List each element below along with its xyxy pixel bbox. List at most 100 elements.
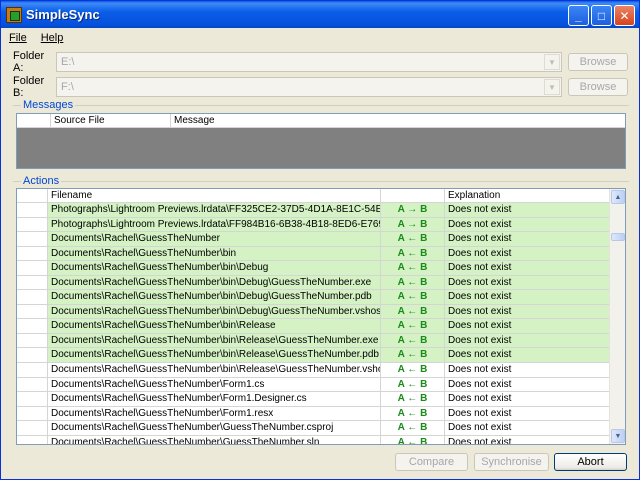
- direction-cell: A ← B: [381, 363, 445, 377]
- direction-cell: A ← B: [381, 435, 445, 444]
- minimize-icon[interactable]: _: [568, 5, 589, 26]
- explanation-cell: Does not exist: [445, 275, 611, 290]
- title-bar[interactable]: SimpleSync _ □ ✕: [1, 1, 639, 28]
- row-selector: [17, 261, 48, 275]
- table-row[interactable]: Photographs\Lightroom Previews.lrdata\FF…: [17, 217, 611, 233]
- menu-help[interactable]: Help: [41, 32, 64, 44]
- table-row[interactable]: Documents\Rachel\GuessTheNumber\bin\Rele…: [17, 348, 611, 364]
- actions-rows: Photographs\Lightroom Previews.lrdata\FF…: [17, 203, 611, 444]
- table-row[interactable]: Documents\Rachel\GuessTheNumber\Form1.cs…: [17, 377, 611, 393]
- direction-cell: A ← B: [381, 304, 445, 319]
- explanation-cell: Does not exist: [445, 333, 611, 348]
- browse-b-button[interactable]: Browse: [568, 78, 628, 96]
- table-row[interactable]: Photographs\Lightroom Previews.lrdata\FF…: [17, 203, 611, 218]
- synchronise-button[interactable]: Synchronise: [474, 453, 549, 471]
- direction-cell: A ← B: [381, 290, 445, 304]
- abort-button[interactable]: Abort: [554, 453, 627, 471]
- row-selector: [17, 392, 48, 406]
- messages-grid[interactable]: Source File Message: [16, 113, 626, 169]
- scroll-up-icon[interactable]: ▲: [611, 190, 625, 204]
- messages-header: Source File Message: [17, 114, 625, 128]
- row-selector: [17, 203, 48, 217]
- table-row[interactable]: Documents\Rachel\GuessTheNumber\Form1.De…: [17, 392, 611, 407]
- table-row[interactable]: Documents\Rachel\GuessTheNumber\GuessThe…: [17, 421, 611, 436]
- browse-a-button[interactable]: Browse: [568, 53, 628, 71]
- table-row[interactable]: Documents\Rachel\GuessTheNumber A ← B Does…: [17, 232, 611, 247]
- direction-cell: A ← B: [381, 377, 445, 392]
- scroll-thumb[interactable]: [611, 233, 625, 241]
- actions-divider: [13, 181, 629, 182]
- row-selector: [17, 377, 48, 392]
- explanation-cell: Does not exist: [445, 377, 611, 392]
- messages-empty-area: [17, 128, 625, 168]
- direction-cell: A ← B: [381, 333, 445, 348]
- messages-header-source[interactable]: Source File: [51, 114, 171, 128]
- scroll-down-icon[interactable]: ▼: [611, 429, 625, 443]
- row-selector: [17, 232, 48, 246]
- filename-cell: Documents\Rachel\GuessTheNumber\bin\Debu…: [48, 261, 381, 275]
- row-selector: [17, 290, 48, 304]
- filename-cell: Photographs\Lightroom Previews.lrdata\FF…: [48, 217, 381, 232]
- direction-cell: A ← B: [381, 421, 445, 435]
- table-row[interactable]: Documents\Rachel\GuessTheNumber\bin\Rele…: [17, 333, 611, 349]
- explanation-cell: Does not exist: [445, 392, 611, 406]
- menu-file[interactable]: File: [9, 32, 27, 44]
- row-selector: [17, 421, 48, 435]
- row-selector: [17, 304, 48, 319]
- folder-b-row: Folder B:: [13, 75, 55, 99]
- actions-header-blank: [17, 189, 48, 203]
- filename-cell: Documents\Rachel\GuessTheNumber\Form1.De…: [48, 392, 381, 406]
- explanation-cell: Does not exist: [445, 435, 611, 444]
- filename-cell: Documents\Rachel\GuessTheNumber\bin\Debu…: [48, 275, 381, 290]
- filename-cell: Documents\Rachel\GuessTheNumber: [48, 232, 381, 246]
- compare-button[interactable]: Compare: [395, 453, 468, 471]
- table-row[interactable]: Documents\Rachel\GuessTheNumber\bin\Rele…: [17, 363, 611, 378]
- folder-a-combo[interactable]: E:\ ▼: [56, 52, 562, 72]
- explanation-cell: Does not exist: [445, 421, 611, 435]
- actions-header-filename[interactable]: Filename: [48, 189, 381, 203]
- chevron-down-icon[interactable]: ▼: [544, 79, 560, 95]
- actions-scrollbar[interactable]: ▲ ▼: [609, 189, 625, 444]
- messages-divider: [13, 105, 629, 106]
- table-row[interactable]: Documents\Rachel\GuessTheNumber\bin\Debu…: [17, 275, 611, 291]
- table-row[interactable]: Documents\Rachel\GuessTheNumber\GuessThe…: [17, 435, 611, 444]
- maximize-icon[interactable]: □: [591, 5, 612, 26]
- table-row[interactable]: Documents\Rachel\GuessTheNumber\bin\Debu…: [17, 290, 611, 305]
- filename-cell: Documents\Rachel\GuessTheNumber\Form1.re…: [48, 406, 381, 421]
- explanation-cell: Does not exist: [445, 363, 611, 377]
- table-row[interactable]: Documents\Rachel\GuessTheNumber\bin\Debu…: [17, 304, 611, 320]
- explanation-cell: Does not exist: [445, 304, 611, 319]
- row-selector: [17, 246, 48, 261]
- actions-grid[interactable]: Filename Explanation Photographs\Lightro…: [16, 188, 626, 445]
- filename-cell: Documents\Rachel\GuessTheNumber\bin: [48, 246, 381, 261]
- table-row[interactable]: Documents\Rachel\GuessTheNumber\bin\Debu…: [17, 261, 611, 276]
- table-row[interactable]: Documents\Rachel\GuessTheNumber\bin\Rele…: [17, 319, 611, 334]
- filename-cell: Documents\Rachel\GuessTheNumber\Form1.cs: [48, 377, 381, 392]
- direction-cell: A ← B: [381, 246, 445, 261]
- table-row[interactable]: Documents\Rachel\GuessTheNumber\Form1.re…: [17, 406, 611, 422]
- folder-b-combo[interactable]: F:\ ▼: [56, 77, 562, 97]
- actions-header: Filename Explanation: [17, 189, 611, 203]
- explanation-cell: Does not exist: [445, 261, 611, 275]
- folder-a-value: E:\: [61, 56, 75, 68]
- row-selector: [17, 406, 48, 421]
- actions-header-direction[interactable]: [381, 189, 445, 203]
- table-row[interactable]: Documents\Rachel\GuessTheNumber\bin A ← B…: [17, 246, 611, 262]
- chevron-down-icon[interactable]: ▼: [544, 54, 560, 70]
- direction-cell: A ← B: [381, 261, 445, 275]
- folder-b-value: F:\: [61, 81, 74, 93]
- menu-bar: File Help: [1, 28, 639, 48]
- messages-group-label: Messages: [21, 99, 76, 111]
- explanation-cell: Does not exist: [445, 406, 611, 421]
- explanation-cell: Does not exist: [445, 290, 611, 304]
- app-window: SimpleSync _ □ ✕ File Help Folder A: E:\…: [0, 0, 640, 480]
- row-selector: [17, 333, 48, 348]
- filename-cell: Photographs\Lightroom Previews.lrdata\FF…: [48, 203, 381, 217]
- explanation-cell: Does not exist: [445, 217, 611, 232]
- close-icon[interactable]: ✕: [614, 5, 635, 26]
- filename-cell: Documents\Rachel\GuessTheNumber\bin\Rele…: [48, 319, 381, 333]
- actions-header-explanation[interactable]: Explanation: [445, 189, 611, 203]
- row-selector: [17, 319, 48, 333]
- direction-cell: A → B: [381, 203, 445, 217]
- messages-header-message[interactable]: Message: [171, 114, 625, 128]
